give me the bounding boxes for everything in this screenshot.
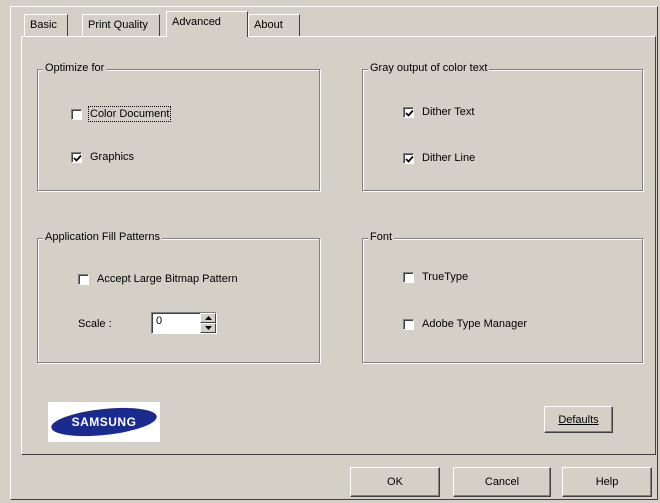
dither-line-checkbox[interactable] xyxy=(403,152,414,164)
optimize-for-group: Optimize for Color Document Graphics xyxy=(37,62,320,191)
tab-basic[interactable]: Basic xyxy=(24,14,68,36)
scale-down-button[interactable] xyxy=(200,323,216,333)
tab-about[interactable]: About xyxy=(248,14,300,36)
font-group: Font TrueType Adobe Type Manager xyxy=(362,231,643,363)
fill-patterns-group: Application Fill Patterns Accept Large B… xyxy=(37,231,320,363)
gray-output-title: Gray output of color text xyxy=(368,62,490,74)
truetype-label: TrueType xyxy=(422,271,469,283)
atm-checkbox[interactable] xyxy=(403,318,414,330)
scale-spin-buttons xyxy=(200,313,216,333)
scale-label: Scale : xyxy=(78,318,112,330)
ok-button[interactable]: OK xyxy=(350,467,440,497)
spin-up-arrow-icon xyxy=(204,316,212,320)
fill-patterns-title: Application Fill Patterns xyxy=(43,231,162,243)
tab-print-quality[interactable]: Print Quality xyxy=(82,14,160,36)
graphics-option[interactable]: Graphics xyxy=(71,151,134,163)
spin-down-arrow-icon xyxy=(204,326,212,330)
graphics-checkbox[interactable] xyxy=(71,151,82,163)
color-document-checkbox[interactable] xyxy=(71,108,82,120)
check-icon xyxy=(405,109,414,117)
truetype-option[interactable]: TrueType xyxy=(403,271,468,283)
accept-large-bitmap-label: Accept Large Bitmap Pattern xyxy=(97,273,238,285)
advanced-tab-panel: Optimize for Color Document Graphics Gra… xyxy=(21,36,656,455)
check-icon xyxy=(73,154,82,162)
color-document-label: Color Document xyxy=(87,106,172,122)
check-icon xyxy=(405,155,414,163)
dither-line-label: Dither Line xyxy=(422,152,476,164)
optimize-for-title: Optimize for xyxy=(43,62,107,74)
samsung-logo-text: SAMSUNG xyxy=(72,415,137,429)
defaults-button-label: Defaults xyxy=(558,413,599,426)
accept-large-bitmap-option[interactable]: Accept Large Bitmap Pattern xyxy=(78,273,238,285)
scale-spinbox[interactable]: 0 xyxy=(151,312,217,334)
help-button[interactable]: Help xyxy=(562,467,652,497)
cancel-button-label: Cancel xyxy=(484,476,520,488)
tab-advanced[interactable]: Advanced xyxy=(166,11,248,37)
dither-text-checkbox[interactable] xyxy=(403,106,414,118)
accept-large-bitmap-checkbox[interactable] xyxy=(78,273,89,285)
scale-value[interactable]: 0 xyxy=(156,315,162,327)
ok-button-label: OK xyxy=(387,476,403,488)
defaults-button[interactable]: Defaults xyxy=(544,406,613,433)
cancel-button[interactable]: Cancel xyxy=(453,467,551,497)
atm-label: Adobe Type Manager xyxy=(422,318,527,330)
dither-text-label: Dither Text xyxy=(422,106,475,118)
dither-text-option[interactable]: Dither Text xyxy=(403,106,474,118)
samsung-logo: SAMSUNG xyxy=(48,402,160,442)
help-button-label: Help xyxy=(595,476,619,488)
truetype-checkbox[interactable] xyxy=(403,271,414,283)
scale-up-button[interactable] xyxy=(200,313,216,323)
color-document-option[interactable]: Color Document xyxy=(71,106,172,122)
graphics-label: Graphics xyxy=(90,151,135,163)
font-title: Font xyxy=(368,231,395,243)
atm-option[interactable]: Adobe Type Manager xyxy=(403,318,527,330)
gray-output-group: Gray output of color text Dither Text Di… xyxy=(362,62,643,191)
dither-line-option[interactable]: Dither Line xyxy=(403,152,475,164)
